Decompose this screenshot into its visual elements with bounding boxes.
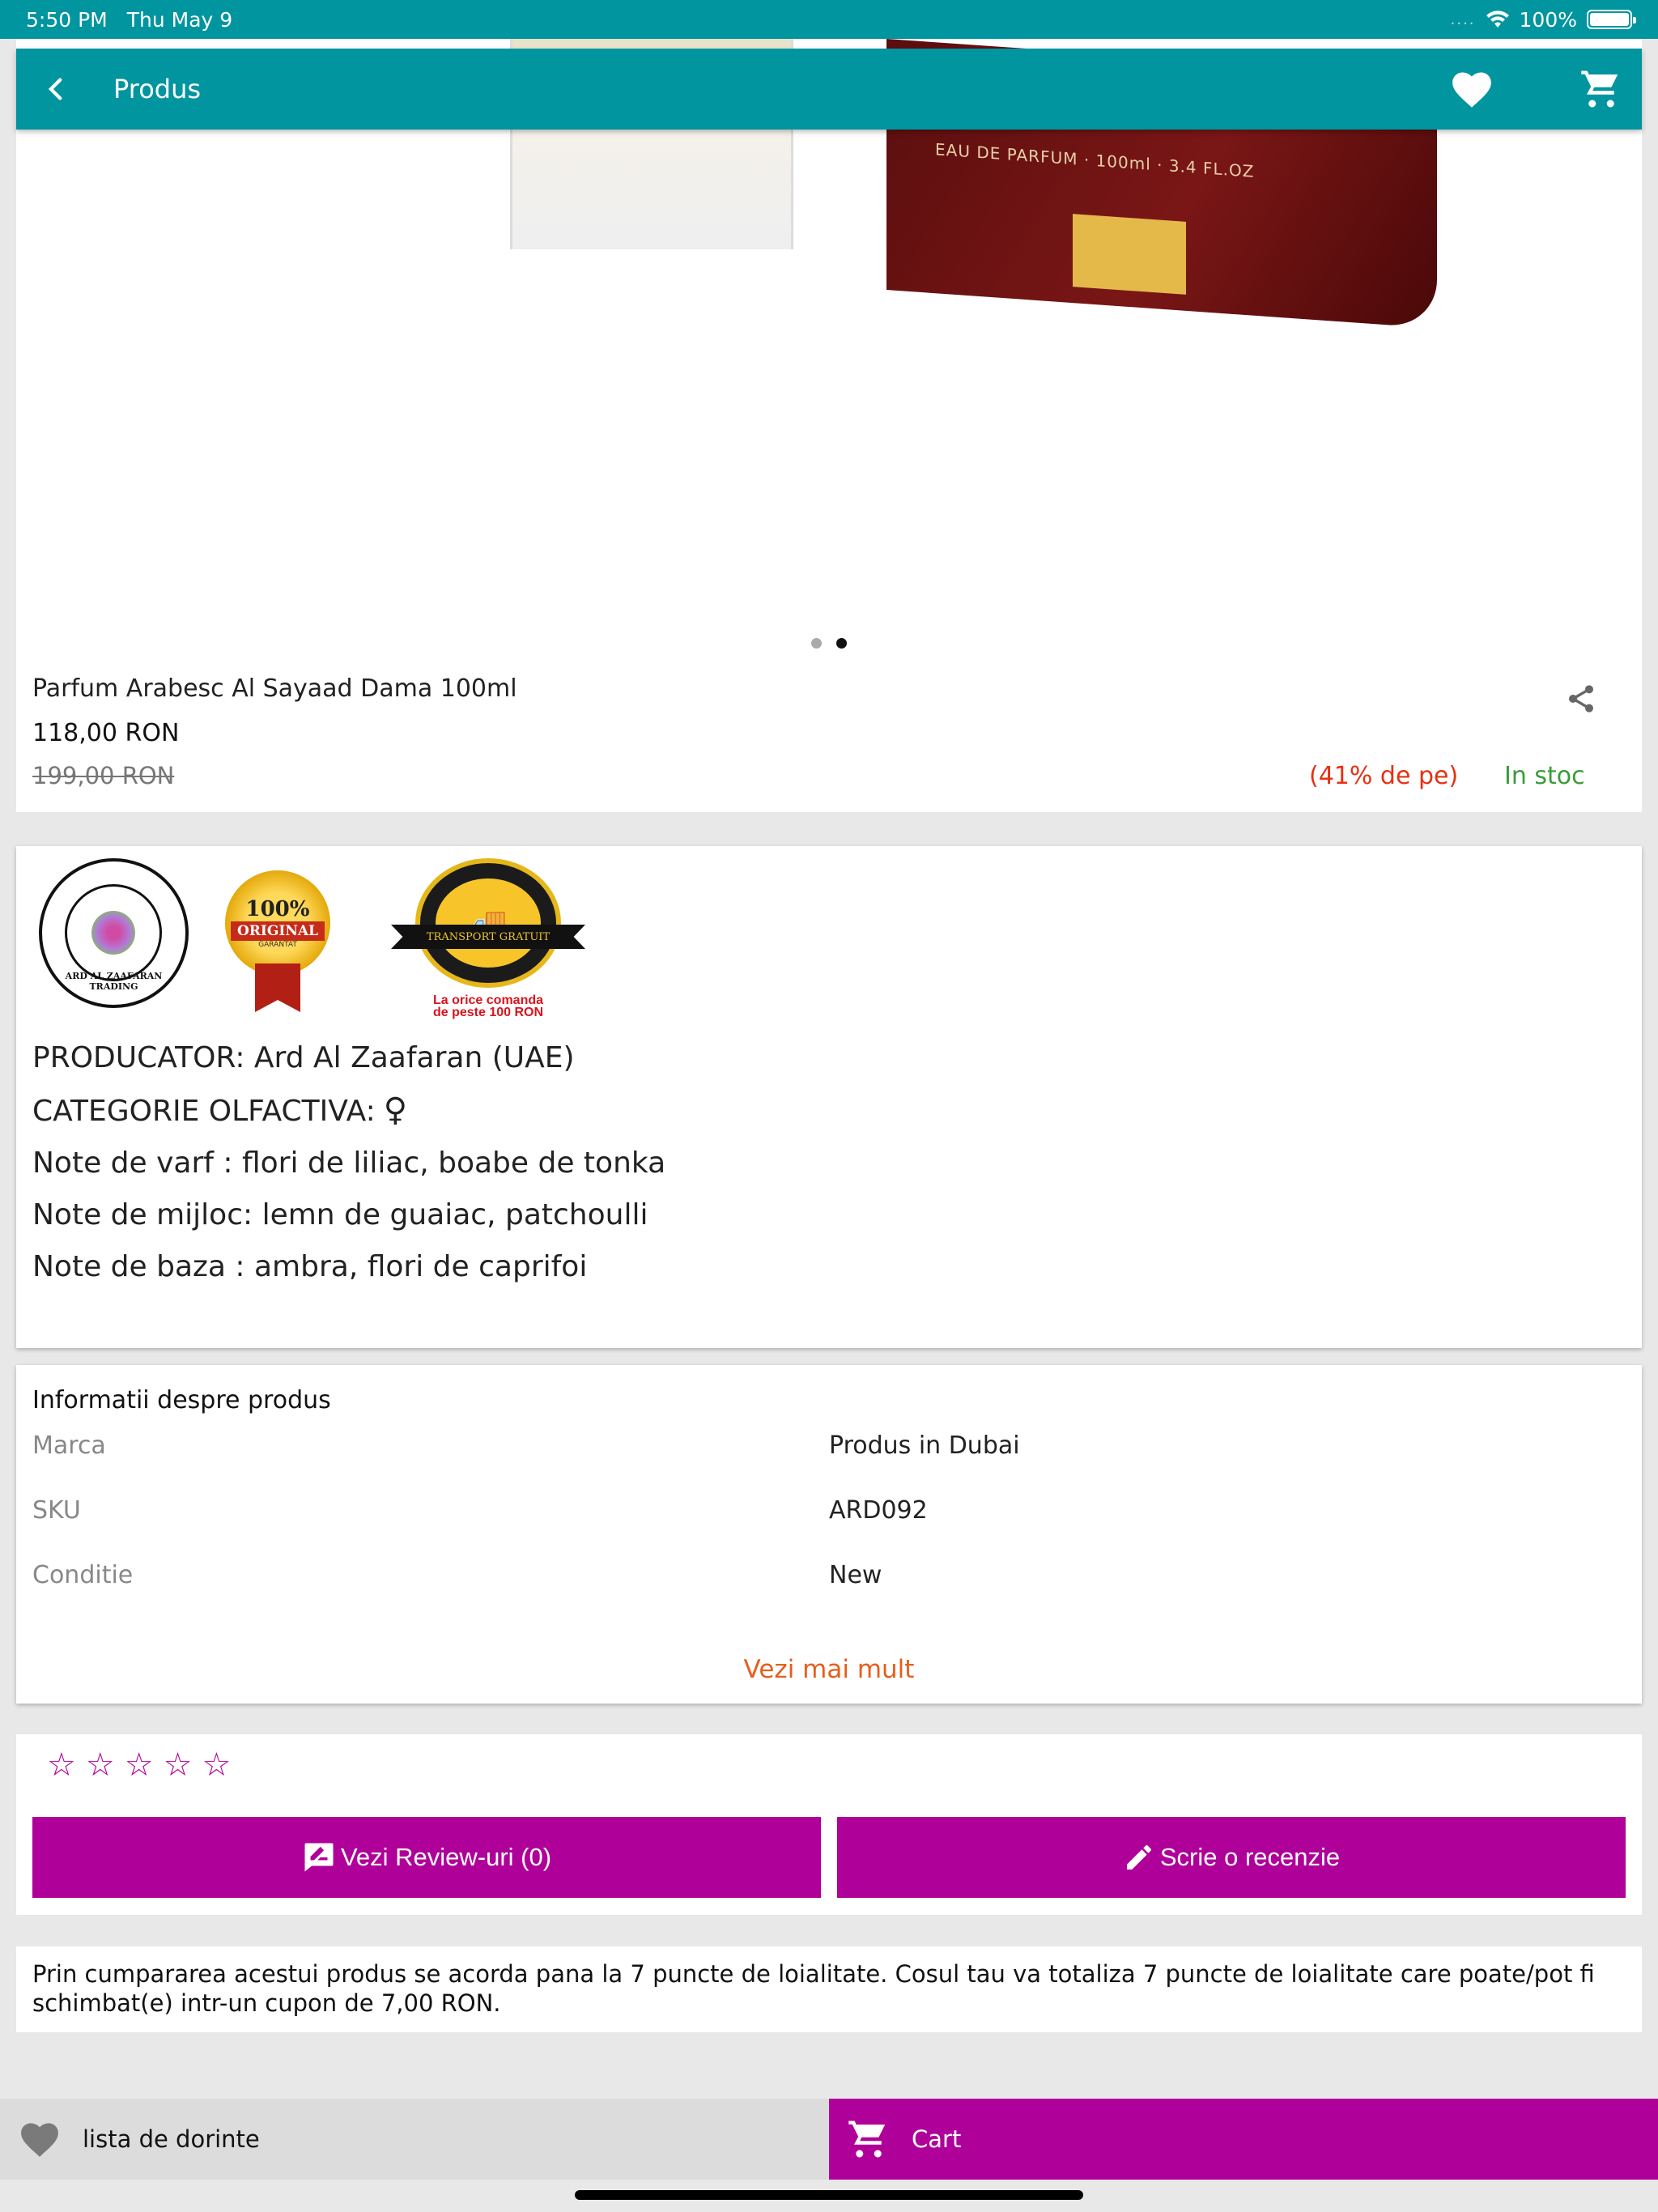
reviews-card: ☆ ☆ ☆ ☆ ☆ Vezi Review-uri (0) Scrie o recenz… [16,1734,1642,1915]
wifi-icon [1486,11,1509,28]
base-notes-line: Note de baza : ambra, flori de caprifoi [32,1250,588,1283]
brand-logo: ARD AL ZAAFARAN TRADING [39,858,189,1008]
wishlist-button[interactable]: lista de dorinte [0,2099,829,2180]
product-gallery[interactable]: EAU DE PARFUM · 100ml · 3.4 FL.OZ Parfum… [16,39,1642,812]
back-arrow-icon[interactable] [16,49,97,130]
write-review-button[interactable]: Scrie o recenzie [837,1817,1626,1898]
producer-line: PRODUCATOR: Ard Al Zaafaran (UAE) [32,1041,575,1074]
cellular-signal-icon: .... [1450,11,1476,28]
product-old-price: 199,00 RON [32,762,175,789]
original-guarantee-badge: 100% ORIGINAL GARANTAT [213,870,351,1012]
description-card: ARD AL ZAAFARAN TRADING 100% ORIGINAL GA… [16,846,1642,1348]
saffron-flower-icon [91,911,135,955]
pencil-icon [1126,1844,1151,1870]
home-indicator [575,2190,1083,2200]
share-icon[interactable] [1565,683,1597,715]
middle-notes-line: Note de mijloc: lemn de guaiac, patchoul… [32,1198,648,1231]
rating-stars[interactable]: ☆ ☆ ☆ ☆ ☆ [47,1746,231,1784]
cart-button[interactable]: Cart [829,2099,1658,2180]
app-bar: Produs [16,49,1642,130]
heart-icon [21,2123,58,2157]
star-icon[interactable]: ☆ [202,1746,231,1784]
status-bar: 5:50 PM Thu May 9 .... 100% [0,0,1658,39]
discount-label: (41% de pe) [1309,762,1459,790]
badges-row: ARD AL ZAAFARAN TRADING 100% ORIGINAL GA… [39,858,585,1020]
star-icon[interactable]: ☆ [47,1746,76,1784]
star-icon[interactable]: ☆ [125,1746,154,1784]
female-symbol-icon: ♀ [383,1091,408,1129]
star-icon[interactable]: ☆ [86,1746,115,1784]
view-reviews-button[interactable]: Vezi Review-uri (0) [32,1817,821,1898]
status-time: 5:50 PM [26,7,108,32]
info-title: Informatii despre produs [32,1386,331,1414]
cart-icon [848,2121,886,2158]
cart-icon[interactable] [1561,49,1642,130]
loyalty-points-note: Prin cumpararea acestui produs se acorda… [16,1946,1642,2032]
product-price: 118,00 RON [32,719,180,747]
top-notes-line: Note de varf : flori de liliac, boabe de… [32,1146,666,1180]
app-bar-actions [1383,49,1642,130]
page-title: Produs [113,74,202,104]
status-right: .... 100% [1450,7,1636,32]
heart-icon[interactable] [1431,49,1512,130]
bottom-action-bar: lista de dorinte Cart [0,2099,1658,2180]
rate-review-icon [304,1843,334,1872]
category-line: CATEGORIE OLFACTIVA: ♀ [32,1091,408,1129]
delivery-truck-icon: 🚚 [436,878,541,968]
free-shipping-badge: 🚚 TRANSPORT GRATUIT La orice comanda de … [391,858,585,1020]
gallery-pagination[interactable] [16,638,1642,649]
gallery-dot[interactable] [811,638,822,649]
battery-icon [1587,10,1636,29]
status-date: Thu May 9 [126,7,233,32]
product-title: Parfum Arabesc Al Sayaad Dama 100ml [32,674,517,703]
product-info-card: Informatii despre produs Marca Produs in… [16,1365,1642,1704]
stock-status: In stoc [1504,762,1585,790]
product-description: PRODUCATOR: Ard Al Zaafaran (UAE) CATEGO… [32,1032,665,1293]
star-icon[interactable]: ☆ [164,1746,193,1784]
battery-percent: 100% [1519,7,1577,32]
see-more-link[interactable]: Vezi mai mult [16,1655,1642,1684]
gallery-dot-active[interactable] [836,638,847,649]
